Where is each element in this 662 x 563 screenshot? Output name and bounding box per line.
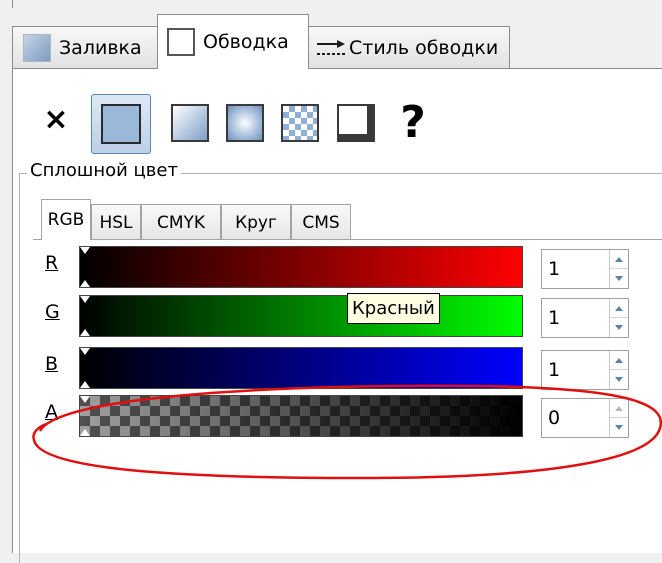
slider-marker-bottom[interactable]	[80, 429, 90, 436]
slider-marker-top[interactable]	[80, 247, 90, 254]
slider-marker-top[interactable]	[80, 348, 90, 355]
tab-cmyk[interactable]: CMYK	[141, 204, 221, 240]
swatch-button[interactable]	[337, 104, 375, 142]
radial-gradient-button[interactable]	[226, 104, 264, 142]
slider-marker-top[interactable]	[80, 296, 90, 303]
alpha-slider[interactable]	[79, 395, 523, 437]
blue-increment-button[interactable]	[610, 351, 628, 370]
tab-stroke-style-label: Стиль обводки	[349, 36, 499, 59]
tab-wheel[interactable]: Круг	[221, 204, 291, 240]
green-decrement-button[interactable]	[610, 318, 628, 337]
channel-row-blue: B	[13, 347, 662, 395]
stroke-style-icon	[317, 39, 345, 55]
arrow-up-icon	[615, 405, 623, 411]
flat-color-icon	[101, 104, 141, 144]
tab-cmyk-label: CMYK	[156, 212, 206, 233]
tab-stroke-paint-label: Обводка	[203, 31, 289, 53]
tab-fill[interactable]: Заливка	[12, 26, 159, 68]
alpha-spin-arrows	[609, 399, 628, 437]
channel-label-alpha: A	[45, 401, 58, 423]
arrow-up-icon	[615, 256, 623, 262]
arrow-up-icon	[615, 305, 623, 311]
blue-decrement-button[interactable]	[610, 370, 628, 389]
tab-stroke-paint[interactable]: Обводка	[157, 14, 309, 69]
channel-label-blue: B	[45, 353, 59, 375]
solid-color-legend: Сплошной цвет	[27, 160, 181, 181]
slider-marker-top[interactable]	[80, 396, 90, 403]
question-icon: ?	[400, 97, 426, 148]
stroke-paint-panel: × ? Сплошной цвет RGB HSL CMYK Круг CMS …	[12, 68, 662, 563]
red-increment-button[interactable]	[610, 250, 628, 269]
blue-slider[interactable]	[79, 347, 523, 389]
arrow-up-icon	[615, 357, 623, 363]
blue-value-input[interactable]	[548, 351, 598, 389]
channel-label-green: G	[45, 301, 60, 323]
unset-paint-button[interactable]: ?	[393, 99, 433, 147]
color-tabs-divider	[33, 239, 662, 240]
slider-marker-bottom[interactable]	[80, 329, 90, 336]
tab-rgb-label: RGB	[47, 210, 85, 230]
tab-stroke-style[interactable]: Стиль обводки	[308, 26, 510, 68]
red-spin-arrows	[609, 250, 628, 288]
blue-spin-arrows	[609, 351, 628, 389]
tab-rgb[interactable]: RGB	[41, 199, 91, 240]
alpha-value-input[interactable]	[548, 399, 598, 437]
arrow-down-icon	[615, 377, 623, 382]
tooltip: Красный	[347, 293, 440, 324]
paint-mode-toolbar: × ?	[13, 69, 662, 159]
alpha-spinbox	[541, 398, 629, 438]
slider-marker-bottom[interactable]	[80, 381, 90, 388]
red-slider[interactable]	[79, 246, 523, 288]
blue-spinbox	[541, 350, 629, 390]
channel-label-red: R	[45, 252, 59, 274]
channel-row-red: R	[13, 246, 662, 294]
arrow-down-icon	[615, 276, 623, 281]
fill-icon	[23, 33, 51, 62]
red-decrement-button[interactable]	[610, 269, 628, 288]
close-icon: ×	[43, 102, 69, 137]
tab-cms[interactable]: CMS	[291, 204, 351, 240]
green-spin-arrows	[609, 299, 628, 337]
green-slider[interactable]	[79, 295, 523, 337]
red-spinbox	[541, 249, 629, 289]
alpha-decrement-button[interactable]	[610, 418, 628, 437]
fill-stroke-tabs: Заливка Обводка Стиль обводки	[0, 0, 662, 70]
green-increment-button[interactable]	[610, 299, 628, 318]
channel-row-green: G	[13, 295, 662, 343]
tab-hsl[interactable]: HSL	[91, 204, 141, 240]
channel-row-alpha: A	[13, 395, 662, 443]
flat-color-button[interactable]	[91, 94, 151, 154]
arrow-down-icon	[615, 325, 623, 330]
slider-marker-bottom[interactable]	[80, 280, 90, 287]
tab-wheel-label: Круг	[235, 212, 277, 233]
green-spinbox	[541, 298, 629, 338]
green-value-input[interactable]	[548, 299, 598, 337]
tab-fill-label: Заливка	[59, 36, 142, 59]
stroke-paint-icon	[167, 28, 195, 56]
red-value-input[interactable]	[548, 250, 598, 288]
tab-cms-label: CMS	[302, 212, 340, 233]
linear-gradient-button[interactable]	[171, 104, 209, 142]
pattern-button[interactable]	[281, 104, 319, 142]
arrow-down-icon	[615, 425, 623, 430]
no-paint-button[interactable]: ×	[41, 105, 71, 135]
alpha-increment-button[interactable]	[610, 399, 628, 418]
tab-hsl-label: HSL	[99, 212, 133, 233]
